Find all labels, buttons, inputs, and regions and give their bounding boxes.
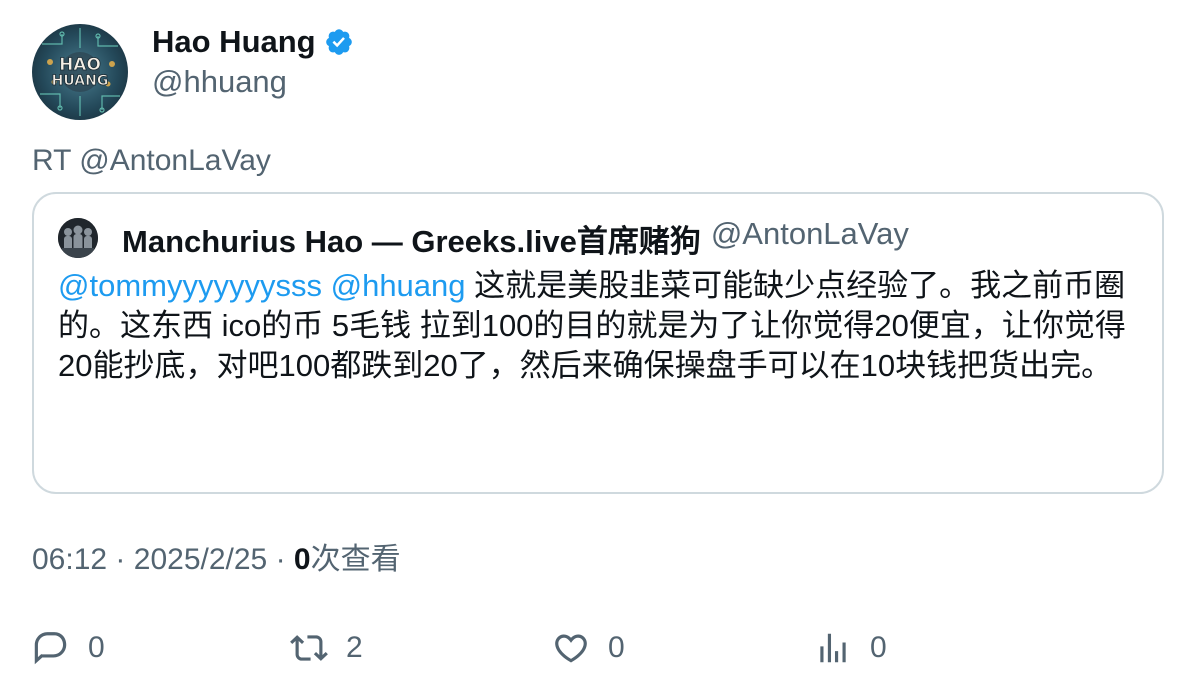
reply-icon [34,632,67,665]
quoted-author-display-name[interactable]: Manchurius Hao — Greeks.live首席赌狗 [122,216,701,261]
quoted-tweet-header: Manchurius Hao — Greeks.live首席赌狗 @AntonL… [58,216,909,261]
reply-button[interactable]: 0 [32,626,105,670]
like-count: 0 [608,631,625,664]
retweet-button[interactable]: 2 [290,626,363,670]
views-button[interactable]: 0 [814,626,887,670]
heart-icon [555,634,587,663]
tweet-meta: 06:12 · 2025/2/25 · 0次查看 [32,540,401,580]
analytics-icon [820,633,846,663]
retweet-count: 2 [346,631,363,664]
tweet-actions: 0 2 0 0 [0,626,1196,670]
views-count-action: 0 [870,631,887,664]
retweet-icon [290,635,328,661]
avatar-text-2: HUANG [52,73,109,89]
quoted-avatar-image [58,218,98,258]
quoted-author-handle[interactable]: @AntonLaVay [711,216,909,252]
like-button[interactable]: 0 [552,626,625,670]
reply-count: 0 [88,631,105,664]
mention-link[interactable]: @tommyyyyyyysss [58,268,322,303]
meta-separator: · [275,543,286,576]
author-avatar[interactable]: HAO HUANG [32,24,128,120]
tweet-text: RT @AntonLaVay [32,144,271,177]
author-display-name[interactable]: Hao Huang [152,24,316,60]
avatar-text-1: HAO [59,55,101,75]
tweet-date[interactable]: 2025/2/25 [134,543,267,576]
quoted-tweet-text: @tommyyyyyyysss @hhuang 这就是美股韭菜可能缺少点经验了。… [58,266,1148,386]
views-count: 0 [293,543,311,576]
quoted-author-avatar[interactable] [58,218,98,258]
verified-badge-icon[interactable] [324,27,354,57]
author-header: HAO HUANG Hao Huang @hhuang [32,24,354,120]
quoted-tweet-card[interactable]: Manchurius Hao — Greeks.live首席赌狗 @AntonL… [32,192,1164,494]
mention-link[interactable]: @hhuang [331,268,466,303]
tweet-time[interactable]: 06:12 [32,543,107,576]
views-label: 次查看 [310,543,401,576]
meta-separator: · [115,543,126,576]
author-handle[interactable]: @hhuang [152,62,354,102]
avatar-image: HAO HUANG [40,28,120,116]
